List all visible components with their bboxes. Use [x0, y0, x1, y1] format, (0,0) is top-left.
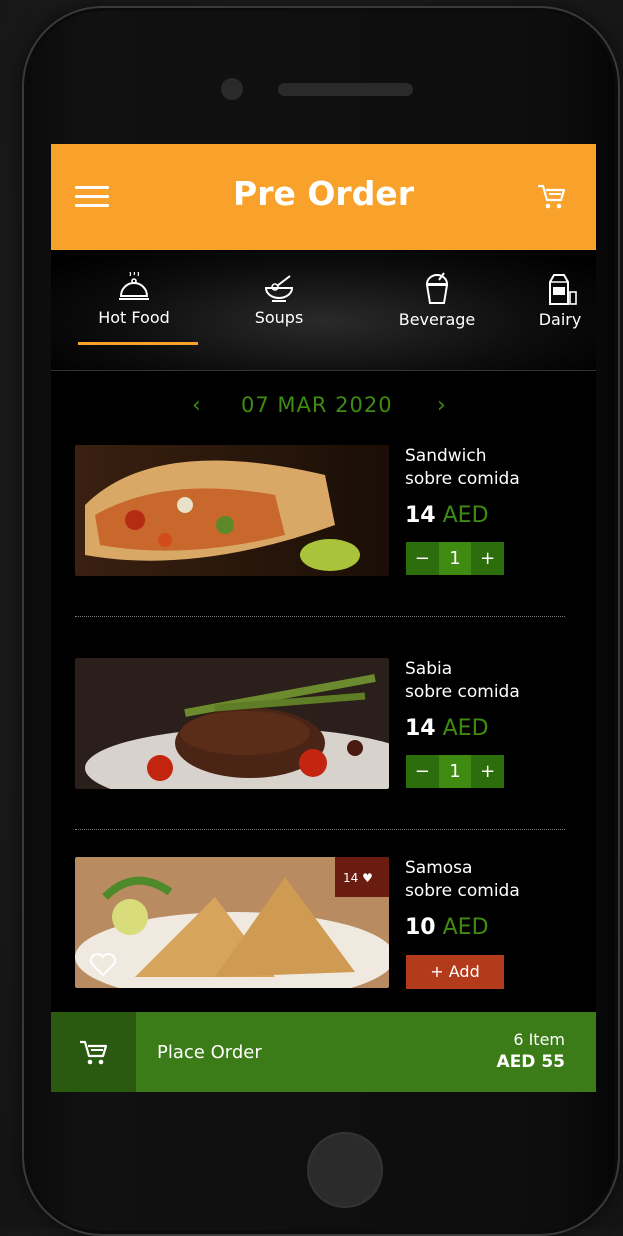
price-currency: AED	[442, 915, 489, 940]
samosa-image: 14 ♥	[75, 857, 389, 988]
next-date-chevron-icon[interactable]: ›	[437, 393, 446, 418]
category-hot-food[interactable]: Hot Food	[86, 272, 182, 327]
item-name-line1: Sandwich	[405, 446, 487, 466]
cart-icon	[80, 1040, 108, 1065]
category-label: Soups	[254, 308, 304, 327]
app-screen: Pre Order Hot Food Soups Beverage Dairy …	[51, 144, 596, 1092]
item-name: Sabia sobre comida	[405, 658, 565, 704]
item-price: 14 AED	[405, 716, 489, 741]
order-total: AED 55	[496, 1052, 565, 1072]
quantity-value: 1	[438, 542, 472, 575]
order-item-count: 6 Item	[513, 1030, 565, 1049]
item-name-line2: sobre comida	[405, 469, 520, 489]
price-currency: AED	[442, 503, 489, 528]
category-label: Dairy	[538, 310, 582, 329]
item-name-line2: sobre comida	[405, 682, 520, 702]
soup-bowl-icon	[264, 275, 294, 302]
steak-image	[75, 658, 389, 789]
order-cart-box	[51, 1012, 136, 1092]
item-divider	[75, 616, 565, 617]
category-dairy[interactable]: Dairy	[525, 272, 595, 329]
price-value: 14	[405, 503, 436, 528]
category-label: Hot Food	[98, 308, 170, 327]
quantity-stepper: − 1 +	[406, 755, 505, 788]
decrement-button[interactable]: −	[406, 542, 439, 575]
quantity-stepper: − 1 +	[406, 542, 505, 575]
likes-count: 14	[343, 871, 359, 885]
item-name-line1: Sabia	[405, 659, 453, 679]
cloche-icon	[119, 272, 149, 300]
sandwich-image	[75, 445, 389, 576]
app-header: Pre Order	[51, 144, 596, 250]
home-button[interactable]	[307, 1132, 383, 1208]
price-value: 10	[405, 915, 436, 940]
milk-carton-icon	[549, 274, 577, 305]
menu-item[interactable]: Sandwich sobre comida 14 AED − 1 +	[75, 445, 565, 577]
menu-item[interactable]: 14 ♥ Samosa sobre comida 10 AED + Add	[75, 857, 565, 989]
favorite-heart-icon[interactable]	[89, 953, 117, 977]
cart-icon[interactable]	[535, 180, 567, 212]
place-order-bar[interactable]: Place Order 6 Item AED 55	[51, 1012, 596, 1092]
speaker-grille	[278, 83, 413, 96]
category-soups[interactable]: Soups	[235, 272, 323, 327]
item-divider	[75, 829, 565, 830]
selected-date: 07 MAR 2020	[241, 393, 393, 417]
item-price: 14 AED	[405, 503, 489, 528]
decrement-button[interactable]: −	[406, 755, 439, 788]
date-selector: ‹ 07 MAR 2020 ›	[51, 386, 596, 426]
price-value: 14	[405, 716, 436, 741]
item-name: Sandwich sobre comida	[405, 445, 565, 491]
heart-filled-icon: ♥	[362, 871, 373, 885]
page-title: Pre Order	[233, 174, 414, 213]
place-order-label: Place Order	[157, 1042, 262, 1063]
menu-item[interactable]: Sabia sobre comida 14 AED − 1 +	[75, 658, 565, 790]
prev-date-chevron-icon[interactable]: ‹	[192, 393, 201, 418]
item-name: Samosa sobre comida	[405, 857, 565, 903]
likes-badge: 14 ♥	[343, 871, 373, 885]
increment-button[interactable]: +	[471, 542, 505, 575]
add-to-order-button[interactable]: + Add	[406, 955, 504, 989]
category-label: Beverage	[398, 310, 476, 329]
quantity-value: 1	[438, 755, 472, 788]
category-beverage[interactable]: Beverage	[390, 272, 484, 329]
beverage-cup-icon	[425, 272, 449, 304]
camera-icon	[221, 78, 243, 100]
item-name-line1: Samosa	[405, 858, 473, 878]
price-currency: AED	[442, 716, 489, 741]
item-price: 10 AED	[405, 915, 489, 940]
active-category-indicator	[78, 342, 198, 345]
item-name-line2: sobre comida	[405, 881, 520, 901]
category-bar: Hot Food Soups Beverage Dairy	[51, 250, 596, 371]
increment-button[interactable]: +	[471, 755, 505, 788]
